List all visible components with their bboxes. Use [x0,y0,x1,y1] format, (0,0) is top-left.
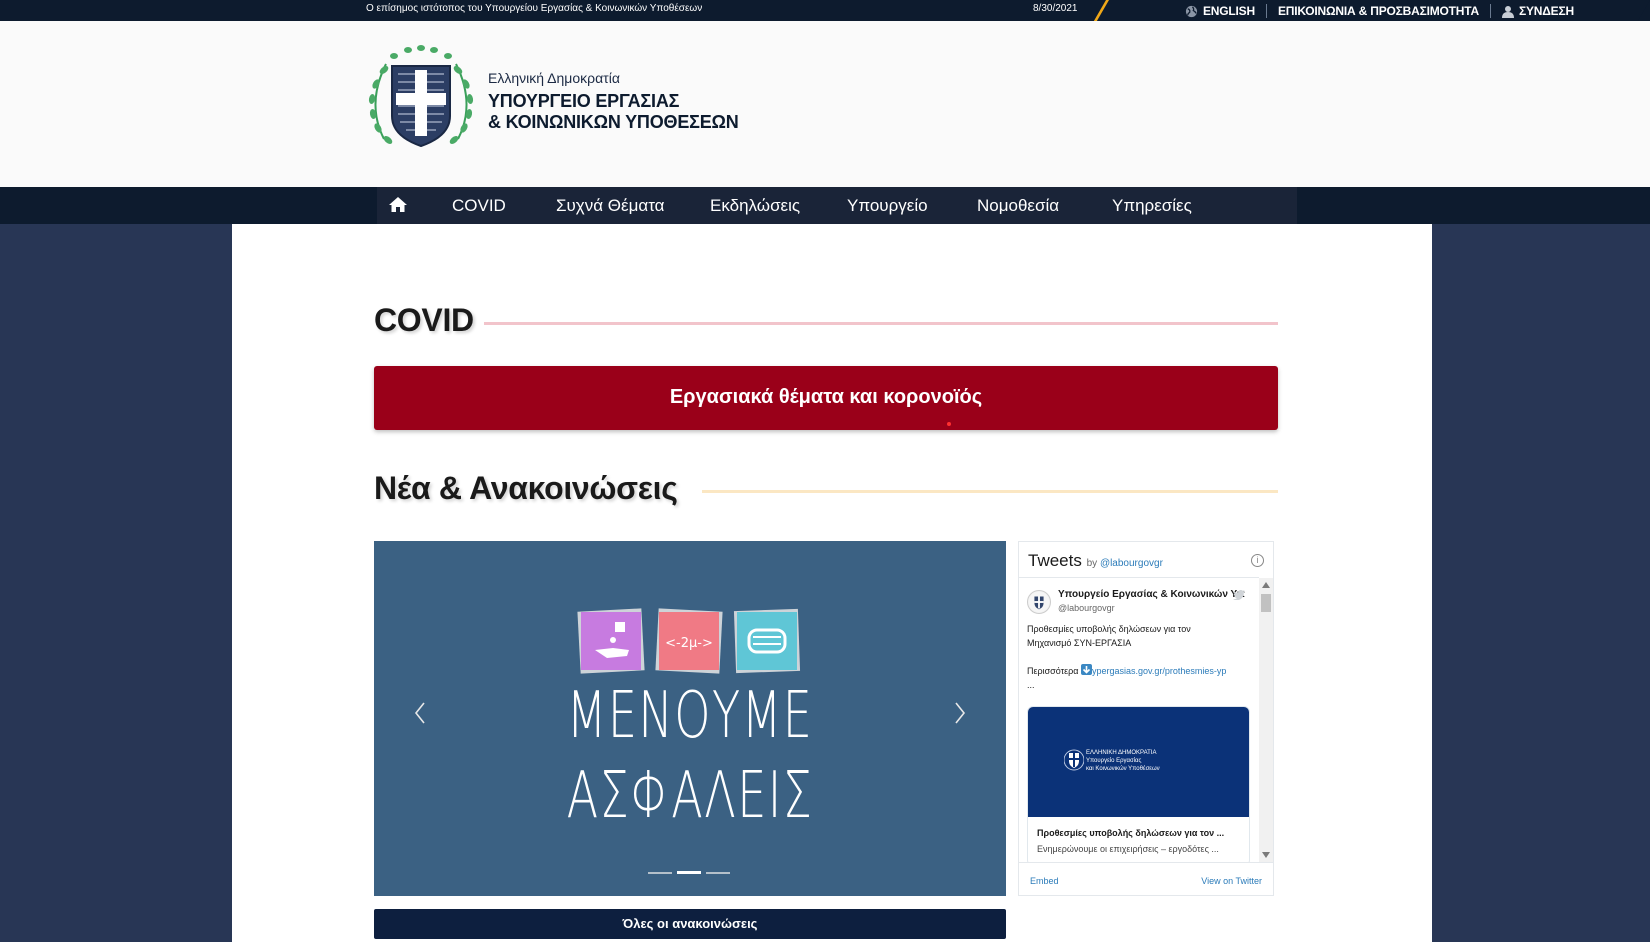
card-title: Προθεσμίες υποβολής δηλώσεων για τον ... [1037,828,1225,838]
hellenic-republic-label: Ελληνική Δημοκρατία [488,70,620,86]
distance-badge: <-2μ-> [665,636,713,651]
divider [1489,4,1491,18]
home-icon[interactable] [388,196,408,213]
covid-section-title: COVID [374,302,474,338]
official-site-text: Ο επίσημος ιστότοπος του Υπουργείου Εργα… [366,3,703,14]
carousel-next-icon[interactable] [954,701,966,725]
nav-item-services[interactable]: Υπηρεσίες [1112,196,1192,216]
slide-slogan-line2: ΑΣΦΑΛΕΙΣ [566,759,814,833]
safety-icons: <-2μ-> [577,608,801,674]
tweets-scrollbar[interactable] [1259,578,1273,862]
news-title-rule [702,490,1278,493]
nav-item-legislation[interactable]: Νομοθεσία [977,196,1059,216]
tweet-ellipsis: ... [1027,680,1035,690]
news-section-title: Νέα & Ανακοινώσεις [374,470,678,506]
carousel-indicator-3[interactable] [706,872,730,874]
tweets-by: by @labourgovgr [1086,558,1163,569]
main-nav: COVID Συχνά Θέματα Εκδηλώσεις Υπουργείο … [0,187,1650,224]
ministry-name-line2: & ΚΟΙΝΩΝΙΚΩΝ ΥΠΟΘΕΣΕΩΝ [488,112,739,132]
tweet-text-line2: Μηχανισμό ΣΥΝ-ΕΡΓΑΣΙΑ [1027,638,1132,648]
tweets-list[interactable]: Υπουργείο Εργασίας & Κοινωνικών Υπ @labo… [1019,577,1259,862]
carousel-prev-icon[interactable] [414,701,426,725]
tweet-link[interactable]: ypergasias.gov.gr/prothesmies-yp [1092,666,1226,676]
ministry-name-line1: ΥΠΟΥΡΓΕΙΟ ΕΡΓΑΣΙΑΣ [488,91,680,111]
slide-slogan-line1: ΜΕΝΟΥΜΕ [566,679,814,753]
covid-banner-text: Εργασιακά θέματα και κορονοϊός [669,386,983,408]
tweets-title: Tweets [1028,551,1082,570]
scrollbar-thumb[interactable] [1261,594,1271,612]
login-label: ΣΥΝΔΕΣΗ [1518,4,1574,18]
info-icon[interactable]: i [1251,554,1264,567]
scroll-up-icon[interactable] [1262,582,1270,588]
english-label: ENGLISH [1203,4,1255,18]
card-emblem-icon [1064,749,1084,771]
nav-item-faq[interactable]: Συχνά Θέματα [556,196,665,216]
top-links: ENGLISH ΕΠΙΚΟΙΝΩΝΙΑ & ΠΡΟΣΒΑΣΙΜΟΤΗΤΑ ΣΥΝ… [1185,3,1574,19]
language-english-link[interactable]: ENGLISH [1185,4,1255,18]
embed-link[interactable]: Embed [1030,876,1059,886]
tweets-header: Tweets by @labourgovgr [1028,551,1163,571]
news-carousel[interactable]: <-2μ-> ΜΕΝΟΥΜΕ ΑΣΦΑΛΕΙΣ [374,541,1006,896]
tweet-user-name[interactable]: Υπουργείο Εργασίας & Κοινωνικών Υπ [1058,589,1248,600]
card-image: ΕΛΛΗΝΙΚΗ ΔΗΜΟΚΡΑΤΙΑ Υπουργείο Εργασίας κ… [1028,707,1249,817]
globe-icon [1185,5,1198,17]
scroll-down-icon[interactable] [1262,852,1270,858]
current-date: 8/30/2021 [1033,3,1078,14]
tweet-link-card[interactable]: ΕΛΛΗΝΙΚΗ ΔΗΜΟΚΡΑΤΙΑ Υπουργείο Εργασίας κ… [1027,706,1250,862]
ministry-name[interactable]: Ελληνική Δημοκρατία ΥΠΟΥΡΓΕΙΟ ΕΡΓΑΣΙΑΣ &… [488,70,739,133]
banner-dot [947,422,951,426]
tweets-by-handle-link[interactable]: @labourgovgr [1100,558,1163,569]
card-image-line2: Υπουργείο Εργασίας [1086,758,1142,764]
tweet-user-handle[interactable]: @labourgovgr [1058,603,1115,613]
divider [1265,4,1267,18]
nav-item-events[interactable]: Εκδηλώσεις [710,196,800,216]
covid-labour-banner[interactable]: Εργασιακά θέματα και κορονοϊός [374,366,1278,430]
tweet-more-label: Περισσότερα [1027,666,1082,676]
down-arrow-emoji-icon [1081,664,1093,675]
top-bar: Ο επίσημος ιστότοπος του Υπουργείου Εργα… [0,0,1650,29]
twitter-bird-icon[interactable] [1233,590,1245,600]
all-announcements-button[interactable]: Όλες οι ανακοινώσεις [374,909,1006,939]
card-description: Ενημερώνουμε οι επιχειρήσεις – εργοδότες… [1037,844,1219,854]
nav-item-covid[interactable]: COVID [452,196,506,216]
nav-item-ministry[interactable]: Υπουργείο [847,196,928,216]
tweets-footer: Embed View on Twitter [1019,862,1273,895]
covid-title-rule [484,322,1278,325]
user-icon [1501,5,1514,18]
greek-coat-of-arms-icon[interactable] [364,44,478,158]
card-image-line1: ΕΛΛΗΝΙΚΗ ΔΗΜΟΚΡΑΤΙΑ [1086,750,1157,756]
view-on-twitter-link[interactable]: View on Twitter [1201,876,1262,886]
contact-accessibility-link[interactable]: ΕΠΙΚΟΙΝΩΝΙΑ & ΠΡΟΣΒΑΣΙΜΟΤΗΤΑ [1278,4,1479,18]
site-header [0,21,1650,187]
login-link[interactable]: ΣΥΝΔΕΣΗ [1501,4,1574,18]
tweet-text-line1: Προθεσμίες υποβολής δηλώσεων για τον [1027,624,1191,634]
twitter-timeline-widget: Tweets by @labourgovgr i Υπουργείο Εργασ… [1018,541,1274,896]
ministry-avatar[interactable] [1027,590,1051,614]
card-image-line3: και Κοινωνικών Υποθέσεων [1086,766,1160,772]
carousel-indicator-2[interactable] [677,871,701,874]
carousel-indicator-1[interactable] [648,872,672,874]
tweet-text: Προθεσμίες υποβολής δηλώσεων για τον Μηχ… [1027,622,1252,692]
card-image-text: ΕΛΛΗΝΙΚΗ ΔΗΜΟΚΡΑΤΙΑ Υπουργείο Εργασίας κ… [1086,749,1160,773]
